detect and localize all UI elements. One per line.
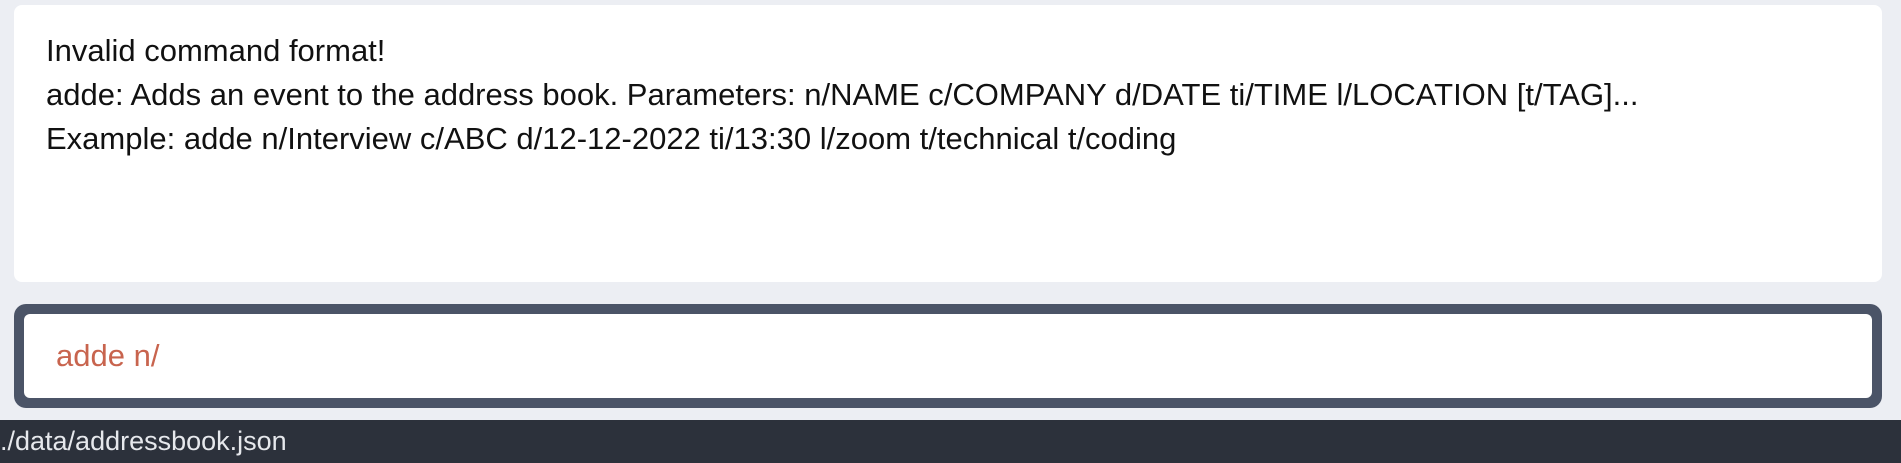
status-bar: ./data/addressbook.json [0,420,1901,463]
command-box: adde n/ [14,304,1882,408]
result-display: Invalid command format! adde: Adds an ev… [14,5,1882,282]
result-message-usage: adde: Adds an event to the address book.… [46,77,1639,112]
app-window: Invalid command format! adde: Adds an ev… [0,0,1901,463]
command-input[interactable]: adde n/ [24,314,1872,398]
result-message-title: Invalid command format! [46,33,386,68]
save-location-text: ./data/addressbook.json [0,426,287,456]
result-message-example: Example: adde n/Interview c/ABC d/12-12-… [46,121,1177,156]
